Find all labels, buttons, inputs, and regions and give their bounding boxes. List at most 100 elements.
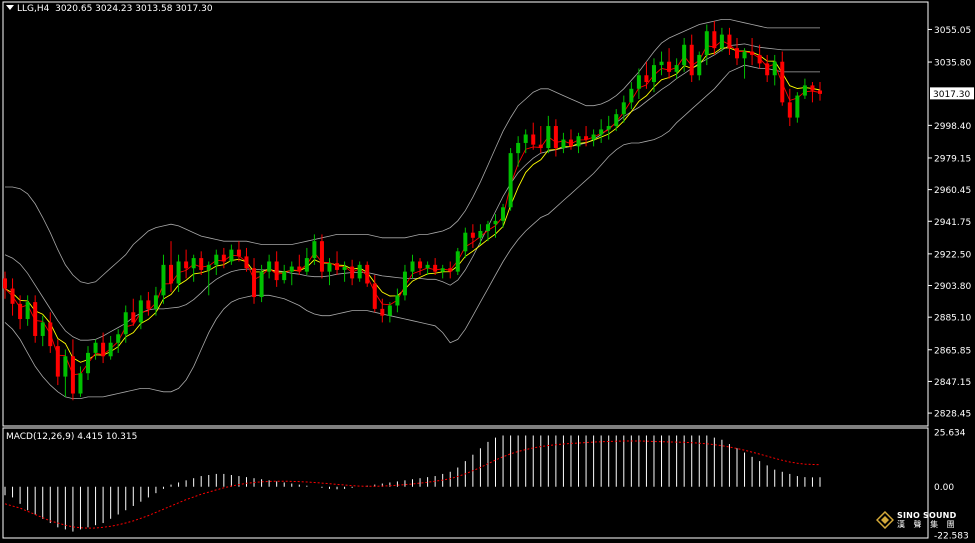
candle-body: [93, 342, 98, 353]
candle-body: [357, 264, 362, 279]
candle-body: [448, 268, 453, 272]
candlesticks: [3, 21, 822, 401]
candle-104: [787, 88, 792, 127]
price-tick-label-5: 2941.75: [934, 218, 971, 228]
macd-label: MACD(12,26,9) 4.415 10.315: [6, 432, 138, 442]
price-tick-label-6: 2922.50: [934, 250, 971, 260]
candle-body: [304, 258, 309, 272]
logo-chinese: 漢 聲 集 團: [897, 520, 958, 529]
candle-42: [319, 234, 324, 279]
candle-body: [485, 224, 490, 232]
candle-body: [531, 134, 536, 145]
price-tick-label-7: 2903.80: [934, 282, 971, 292]
candle-body: [463, 232, 468, 252]
candle-4: [33, 295, 38, 343]
candle-body: [10, 288, 15, 304]
main-panel-border: [2, 1, 929, 427]
candle-97: [734, 38, 739, 66]
candle-body: [55, 346, 60, 377]
candle-body: [372, 283, 377, 309]
candle-28: [214, 249, 219, 276]
candle-17: [131, 298, 136, 326]
candle-body: [516, 142, 521, 154]
candle-74: [561, 132, 566, 154]
candle-39: [297, 254, 302, 276]
price-tick-label-11: 2828.45: [934, 410, 971, 420]
candle-103: [780, 51, 785, 106]
candle-body: [501, 207, 506, 221]
candle-body: [621, 102, 626, 115]
candle-63: [478, 224, 483, 245]
logo-name: SINO SOUND: [897, 511, 957, 520]
candle-body: [108, 342, 113, 357]
candle-body: [184, 261, 189, 269]
candle-9: [70, 339, 75, 401]
candle-body: [508, 153, 513, 208]
price-tick-label-10: 2847.15: [934, 378, 971, 388]
company-logo: SINO SOUND 漢 聲 集 團: [875, 510, 958, 530]
candle-body: [199, 258, 204, 270]
candle-92: [697, 51, 702, 81]
macd-tick-label-0: 25.634: [934, 428, 966, 438]
candle-68: [516, 136, 521, 167]
candle-body: [636, 75, 641, 89]
candle-body: [780, 61, 785, 103]
candle-body: [116, 334, 121, 343]
macd-header: MACD(12,26,9) 4.415 10.315: [6, 432, 137, 442]
candle-body: [335, 263, 340, 270]
price-tick-label-4: 2960.45: [934, 186, 971, 196]
candle-100: [757, 44, 762, 69]
candle-body: [757, 54, 762, 64]
candle-body: [395, 295, 400, 306]
candle-body: [70, 356, 75, 394]
candle-body: [229, 249, 234, 262]
candle-59: [448, 261, 453, 279]
candle-46: [350, 259, 355, 286]
candle-body: [568, 139, 573, 147]
candle-body: [614, 114, 619, 127]
candle-body: [712, 31, 717, 49]
candle-8: [63, 349, 68, 397]
candle-body: [576, 136, 581, 147]
candle-55: [418, 258, 423, 276]
candle-body: [818, 90, 822, 94]
candle-10: [78, 366, 83, 397]
candle-body: [138, 300, 143, 323]
candle-body: [191, 258, 196, 269]
candle-52: [395, 288, 400, 313]
candle-body: [667, 61, 672, 72]
bollinger-bands: [4, 19, 820, 399]
candle-85: [644, 61, 649, 89]
candle-body: [387, 305, 392, 316]
candle-62: [470, 224, 475, 248]
candle-26: [199, 251, 204, 276]
candle-93: [704, 24, 709, 66]
candle-86: [651, 58, 656, 93]
candle-body: [561, 139, 566, 149]
candle-body: [146, 300, 151, 309]
candle-body: [787, 102, 792, 118]
candle-body: [63, 356, 68, 377]
candle-7: [55, 339, 60, 386]
candle-15: [116, 329, 121, 353]
candle-body: [350, 266, 355, 279]
candle-6: [48, 312, 53, 353]
candle-95: [719, 27, 724, 52]
macd-panel: [4, 435, 821, 532]
candle-body: [765, 63, 770, 76]
candle-106: [802, 78, 807, 99]
candle-61: [463, 227, 468, 259]
candle-32: [244, 247, 249, 272]
candle-27: [206, 261, 211, 296]
candle-81: [614, 109, 619, 132]
candle-body: [795, 95, 800, 118]
candle-body: [772, 61, 777, 76]
price-chart[interactable]: 3055.05 3035.80 2998.40 2979.15 2960.45 2941.…: [0, 0, 975, 543]
candle-48: [365, 261, 370, 287]
dropdown-triangle-icon[interactable]: [6, 5, 14, 10]
price-tick-label-0: 3055.05: [934, 26, 971, 36]
candle-body: [584, 136, 589, 140]
candle-35: [267, 254, 272, 279]
candle-37: [282, 264, 287, 284]
candle-body: [629, 88, 634, 103]
